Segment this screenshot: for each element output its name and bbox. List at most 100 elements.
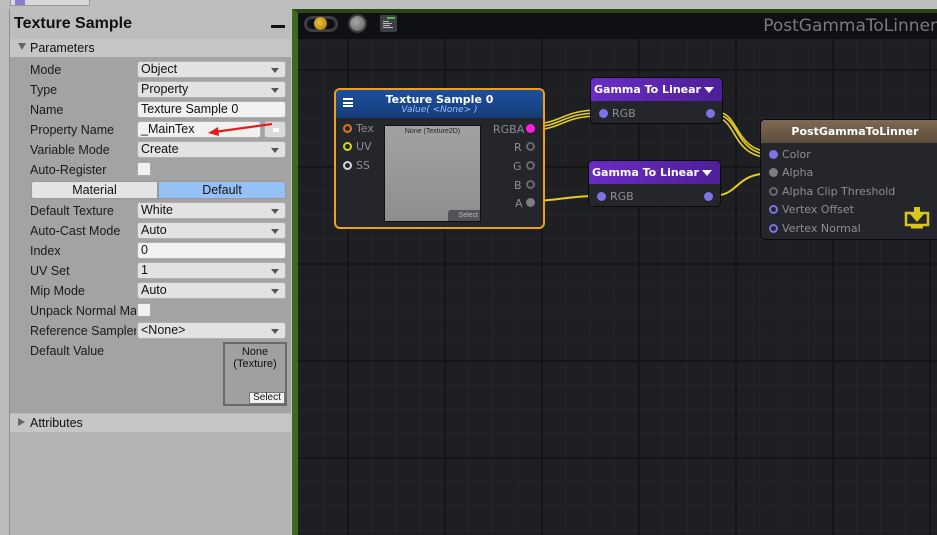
port-output[interactable]: [704, 192, 713, 201]
gamma-to-linear-node-2[interactable]: Gamma To Linear RGB: [588, 160, 721, 207]
mip-mode-label: Mip Mode: [30, 284, 85, 298]
uv-set-label: UV Set: [30, 264, 70, 278]
port-label: SS: [356, 159, 370, 172]
variable-mode-value: Create: [141, 142, 179, 156]
port-rgba-output[interactable]: [526, 124, 535, 133]
save-to-disk-icon[interactable]: [904, 206, 930, 230]
texture-slot-line2: (Texture): [233, 358, 277, 370]
index-label: Index: [30, 244, 61, 258]
uv-set-row: UV Set 1: [10, 261, 291, 281]
mip-mode-dropdown[interactable]: Auto: [137, 282, 286, 299]
property-name-label: Property Name: [30, 123, 115, 137]
cleanup-button[interactable]: [348, 14, 367, 33]
texture-select-button[interactable]: Select: [249, 392, 285, 404]
port-label: UV: [356, 140, 372, 153]
mip-mode-row: Mip Mode Auto: [10, 281, 291, 301]
console-button[interactable]: [380, 15, 397, 32]
editor-tab[interactable]: [10, 0, 90, 6]
port-alpha-clip-input[interactable]: [769, 187, 778, 196]
node-header[interactable]: Gamma To Linear: [591, 78, 722, 101]
port-uv-input[interactable]: [343, 142, 352, 151]
type-row: Type Property: [10, 80, 291, 100]
output-master-node[interactable]: PostGammaToLinner Color Alpha Alpha Clip…: [760, 119, 937, 240]
dropdown-triangle-icon[interactable]: [704, 87, 714, 93]
port-vertex-offset-input[interactable]: [769, 205, 778, 214]
unpack-normal-map-checkbox[interactable]: [137, 303, 151, 317]
property-name-row: Property Name _MainTex: [10, 120, 291, 140]
index-input[interactable]: 0: [137, 242, 286, 259]
chevron-down-icon: [271, 289, 279, 294]
reference-sampler-dropdown[interactable]: <None>: [137, 322, 286, 339]
port-label: RGB: [612, 107, 636, 120]
default-texture-row: Default Texture White: [10, 201, 291, 221]
name-label: Name: [30, 103, 64, 117]
parameters-label: Parameters: [30, 41, 95, 55]
default-texture-dropdown[interactable]: White: [137, 202, 286, 219]
type-dropdown[interactable]: Property: [137, 81, 286, 98]
port-alpha-input[interactable]: [769, 168, 778, 177]
auto-register-checkbox[interactable]: [137, 162, 151, 176]
default-texture-slot[interactable]: None (Texture) Select: [223, 342, 287, 406]
index-row: Index 0: [10, 241, 291, 261]
chevron-down-icon: [271, 68, 279, 73]
port-label: Tex: [356, 122, 374, 135]
port-rgb-input[interactable]: [599, 109, 608, 118]
parameters-foldout[interactable]: Parameters: [10, 39, 291, 57]
console-icon: [387, 17, 395, 19]
minimize-button[interactable]: [271, 25, 285, 28]
port-label: RGBA: [493, 123, 525, 136]
console-line: [383, 25, 390, 26]
port-tex-input[interactable]: [343, 124, 352, 133]
port-rgb-input[interactable]: [597, 192, 606, 201]
mode-value: Object: [141, 62, 178, 76]
variable-mode-dropdown[interactable]: Create: [137, 141, 286, 158]
mode-row: Mode Object: [10, 60, 291, 80]
preview-select-button[interactable]: Select: [448, 210, 480, 221]
default-value-label: Default Value: [30, 344, 105, 358]
port-label: Alpha: [782, 166, 814, 179]
name-value: Texture Sample 0: [141, 102, 239, 116]
chevron-down-icon: [271, 269, 279, 274]
port-label: B: [514, 179, 522, 192]
material-tab[interactable]: Material: [31, 181, 158, 199]
node-header[interactable]: Texture Sample 0 Value( <None> ): [336, 90, 543, 118]
live-mode-button[interactable]: [304, 14, 338, 34]
variable-mode-row: Variable Mode Create: [10, 140, 291, 160]
gamma-to-linear-node-1[interactable]: Gamma To Linear RGB: [590, 77, 723, 124]
port-b-output[interactable]: [526, 180, 535, 189]
port-label: A: [515, 197, 523, 210]
node-header[interactable]: Gamma To Linear: [589, 161, 720, 184]
triangle-right-icon: [18, 418, 25, 426]
auto-cast-mode-dropdown[interactable]: Auto: [137, 222, 286, 239]
port-label: Color: [782, 148, 811, 161]
dropdown-triangle-icon[interactable]: [702, 170, 712, 176]
type-label: Type: [30, 83, 58, 97]
variable-mode-label: Variable Mode: [30, 143, 110, 157]
attributes-foldout[interactable]: Attributes: [10, 414, 291, 432]
texture-preview[interactable]: None (Texture2D) Select: [384, 125, 481, 222]
port-ss-input[interactable]: [343, 161, 352, 170]
shader-icon: [15, 0, 25, 5]
port-g-output[interactable]: [526, 161, 535, 170]
port-a-output[interactable]: [526, 198, 535, 207]
mip-mode-value: Auto: [141, 283, 167, 297]
name-input[interactable]: Texture Sample 0: [137, 101, 286, 118]
auto-cast-mode-value: Auto: [141, 223, 167, 237]
reference-sampler-row: Reference Sampler <None>: [10, 321, 291, 341]
default-texture-value: White: [141, 203, 173, 217]
port-color-input[interactable]: [769, 150, 778, 159]
attributes-label: Attributes: [30, 416, 83, 430]
node-header[interactable]: PostGammaToLinner: [761, 120, 937, 143]
auto-cast-mode-row: Auto-Cast Mode Auto: [10, 221, 291, 241]
mode-dropdown[interactable]: Object: [137, 61, 286, 78]
default-tab[interactable]: Default: [158, 181, 286, 199]
texture-sample-node[interactable]: Texture Sample 0 Value( <None> ) Tex UV …: [334, 88, 545, 229]
port-vertex-normal-input[interactable]: [769, 224, 778, 233]
console-line: [383, 27, 393, 28]
auto-cast-mode-label: Auto-Cast Mode: [30, 224, 121, 238]
uv-set-dropdown[interactable]: 1: [137, 262, 286, 279]
port-r-output[interactable]: [526, 142, 535, 151]
node-properties-panel: Texture Sample Parameters Mode Object Ty…: [9, 9, 291, 535]
graph-canvas[interactable]: PostGammaToLinner Texture Sample 0 Value…: [292, 9, 937, 535]
port-output[interactable]: [706, 109, 715, 118]
